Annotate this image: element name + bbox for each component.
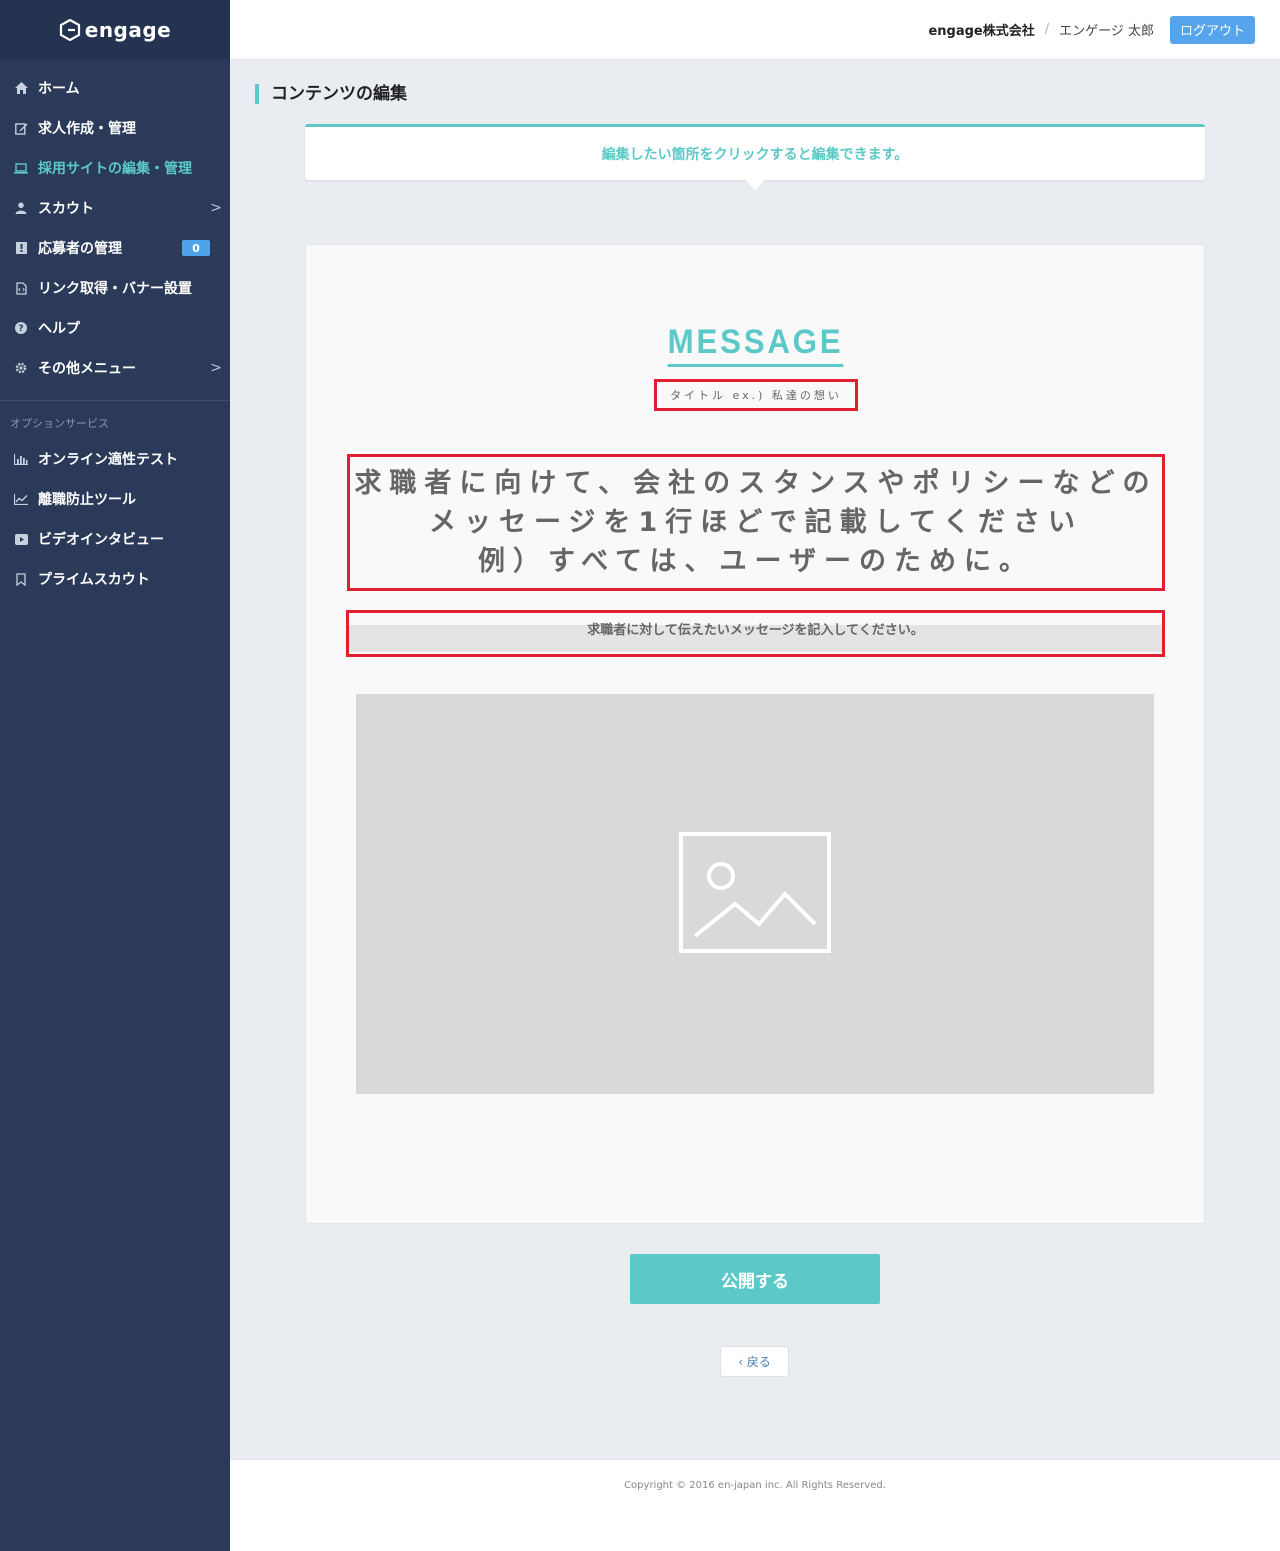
sidebar-item-label: オンライン適性テスト xyxy=(38,452,178,468)
sidebar-item-video-interview[interactable]: ビデオインタビュー xyxy=(0,519,230,559)
image-placeholder-icon xyxy=(679,831,831,957)
nav-divider xyxy=(0,400,230,401)
main-nav: ホーム 求人作成・管理 採用サイトの編集・管理 スカウト > 応募者の管理 0 … xyxy=(0,60,230,599)
sidebar-item-help[interactable]: ? ヘルプ xyxy=(0,308,230,348)
message-heading[interactable]: MESSAGE xyxy=(668,323,844,367)
svg-text:?: ? xyxy=(18,324,23,334)
line-chart-icon xyxy=(14,492,28,506)
lead-message-line: 求職者に向けて、会社のスタンスやポリシーなどの xyxy=(354,468,1158,499)
publish-button[interactable]: 公開する xyxy=(630,1254,880,1304)
section-heading: MESSAGE xyxy=(306,323,1206,367)
video-icon xyxy=(14,532,28,546)
notice-pointer xyxy=(745,180,765,190)
lead-message-field[interactable]: 求職者に向けて、会社のスタンスやポリシーなどの メッセージを1行ほどで記載してく… xyxy=(347,454,1165,591)
bookmark-icon xyxy=(14,572,28,586)
sidebar-item-label: スカウト xyxy=(38,201,94,217)
body-message-placeholder: 求職者に対して伝えたいメッセージを記入してください。 xyxy=(587,623,924,638)
applicants-count-badge: 0 xyxy=(182,240,210,256)
app-logo[interactable]: engage xyxy=(59,18,172,42)
sidebar-item-label: プライムスカウト xyxy=(38,572,150,588)
sidebar-item-label: リンク取得・バナー設置 xyxy=(38,281,192,297)
chevron-right-icon: > xyxy=(210,360,222,376)
user-name: エンゲージ 太郎 xyxy=(1059,24,1154,39)
option-services-label: オプションサービス xyxy=(10,417,109,430)
company-name: engage株式会社 xyxy=(928,24,1035,39)
sidebar-item-label: 採用サイトの編集・管理 xyxy=(38,161,192,177)
lead-message-line: 例）すべては、ユーザーのために。 xyxy=(478,546,1034,577)
user-icon xyxy=(14,201,28,215)
chevron-right-icon: > xyxy=(210,200,222,216)
sidebar-item-aptitude-test[interactable]: オンライン適性テスト xyxy=(0,439,230,479)
engage-logo-icon xyxy=(59,18,81,42)
sidebar-item-label: 求人作成・管理 xyxy=(38,121,136,137)
subtitle-field[interactable]: タイトル ex.) 私達の想い xyxy=(654,379,858,411)
sidebar-item-link-banner[interactable]: リンク取得・バナー設置 xyxy=(0,268,230,308)
sidebar-item-other-menu[interactable]: その他メニュー > xyxy=(0,348,230,388)
sidebar-item-prime-scout[interactable]: プライムスカウト xyxy=(0,559,230,599)
edit-notice: 編集したい箇所をクリックすると編集できます。 xyxy=(305,124,1205,190)
logo-bar: engage xyxy=(0,0,230,60)
copyright-text: Copyright © 2016 en-japan inc. All Right… xyxy=(624,1480,886,1491)
lead-message-line: メッセージを1行ほどで記載してください xyxy=(428,507,1084,538)
sidebar-item-retention-tool[interactable]: 離職防止ツール xyxy=(0,479,230,519)
sidebar-item-home[interactable]: ホーム xyxy=(0,68,230,108)
sidebar-item-applicants[interactable]: 応募者の管理 0 xyxy=(0,228,230,268)
code-file-icon xyxy=(14,281,28,295)
body-message-area: 求職者に対して伝えたいメッセージを記入してください。 xyxy=(349,623,1162,652)
image-upload-area[interactable] xyxy=(356,694,1154,1094)
logout-button[interactable]: ログアウト xyxy=(1169,15,1255,44)
question-icon: ? xyxy=(14,321,28,335)
footer: Copyright © 2016 en-japan inc. All Right… xyxy=(230,1459,1280,1551)
page-title: コンテンツの編集 xyxy=(255,84,407,104)
edit-notice-text: 編集したい箇所をクリックすると編集できます。 xyxy=(601,146,909,163)
edit-icon xyxy=(14,121,28,135)
home-icon xyxy=(14,81,28,95)
sidebar-item-recruit-site[interactable]: 採用サイトの編集・管理 xyxy=(0,148,230,188)
sidebar-item-job-posting[interactable]: 求人作成・管理 xyxy=(0,108,230,148)
sidebar-item-label: ヘルプ xyxy=(38,321,80,337)
sidebar-item-label: ビデオインタビュー xyxy=(38,532,164,548)
top-header: engage株式会社 / エンゲージ 太郎 ログアウト xyxy=(230,0,1280,60)
back-button[interactable]: ‹ 戻る xyxy=(720,1346,789,1377)
sidebar-item-label: 離職防止ツール xyxy=(38,492,136,508)
sidebar-item-label: 応募者の管理 xyxy=(38,241,122,257)
laptop-icon xyxy=(14,161,28,175)
applicants-icon xyxy=(14,241,28,255)
logo-text: engage xyxy=(84,18,172,42)
sidebar-item-label: ホーム xyxy=(38,81,80,97)
subtitle-text: タイトル ex.) 私達の想い xyxy=(670,389,842,402)
sidebar: engage ホーム 求人作成・管理 採用サイトの編集・管理 スカウト > 応募… xyxy=(0,0,230,1551)
gear-icon xyxy=(14,361,28,375)
content-editor: MESSAGE タイトル ex.) 私達の想い 求職者に向けて、会社のスタンスや… xyxy=(305,244,1205,1224)
bar-chart-icon xyxy=(14,452,28,466)
sidebar-item-label: その他メニュー xyxy=(38,361,136,377)
sidebar-item-scout[interactable]: スカウト > xyxy=(0,188,230,228)
header-separator: / xyxy=(1044,22,1050,37)
body-message-field[interactable]: 求職者に対して伝えたいメッセージを記入してください。 xyxy=(346,610,1165,657)
